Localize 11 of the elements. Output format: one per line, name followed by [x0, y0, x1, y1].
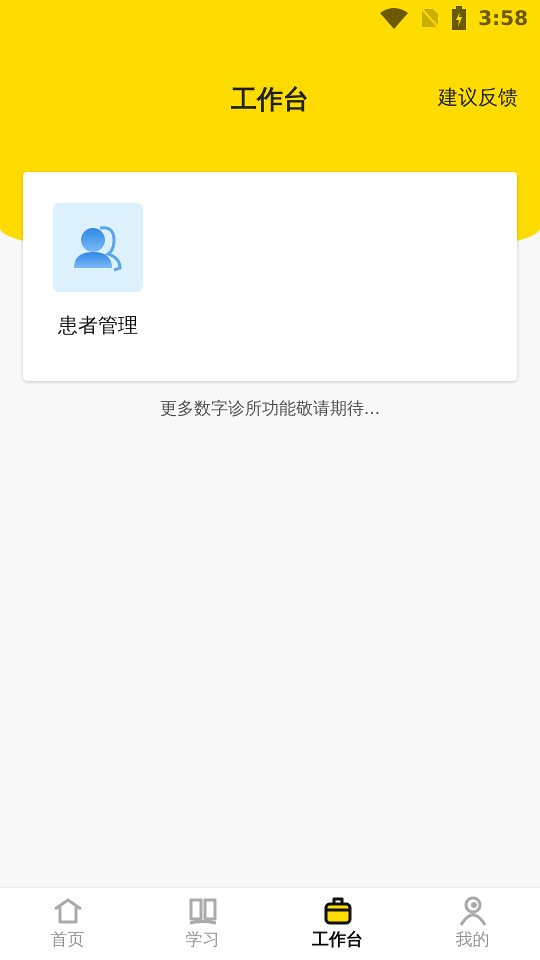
- status-time: 3:58: [478, 5, 528, 32]
- coming-soon-note: 更多数字诊所功能敬请期待...: [158, 398, 382, 421]
- briefcase-icon: [322, 894, 354, 927]
- no-sim-icon: [420, 7, 440, 29]
- page-title: 工作台: [231, 84, 309, 116]
- feedback-button[interactable]: 建议反馈: [438, 82, 518, 112]
- patient-management-button[interactable]: 患者管理: [53, 203, 143, 381]
- patients-icon: [53, 203, 143, 292]
- battery-icon: [452, 6, 466, 30]
- wifi-icon: [380, 7, 408, 29]
- tab-item[interactable]: 工作台: [270, 888, 405, 960]
